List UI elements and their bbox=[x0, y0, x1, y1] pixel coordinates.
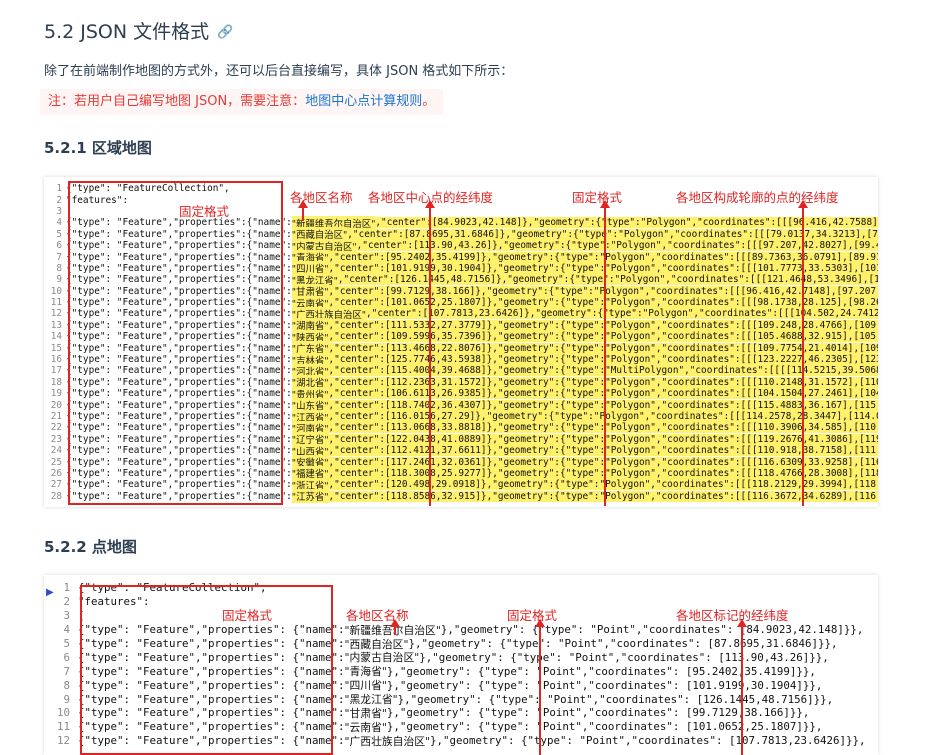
annotation-marker-coord: 各地区标记的经纬度 bbox=[676, 608, 789, 623]
line-number: 5 bbox=[63, 637, 70, 650]
line-number: 8 bbox=[63, 678, 70, 692]
code-text: },"geometry": {"type": "Point","coordina… bbox=[386, 720, 823, 734]
arrow-fixed-format-2 bbox=[600, 200, 610, 506]
arrow-fixed-format-2 bbox=[535, 619, 545, 755]
annotation-fixed-format-1: 固定格式 bbox=[179, 204, 230, 219]
notice-box: 注：若用户自己编写地图 JSON，需要注意：地图中心点计算规则。 bbox=[40, 89, 444, 115]
region-map-code-screenshot: 1 {"type": "FeatureCollection", 2 "features… bbox=[44, 177, 878, 507]
line-number: 10 bbox=[50, 285, 62, 297]
arrow-outline-coord bbox=[798, 200, 808, 506]
annotation-fixed-format-1: 固定格式 bbox=[222, 608, 273, 623]
line-number: 15 bbox=[50, 342, 62, 354]
line-number: 2 bbox=[56, 194, 62, 206]
line-number: 28 bbox=[50, 490, 62, 502]
code-text: ,"center":[126.1445,48.7156]},"geometry"… bbox=[337, 274, 878, 286]
line-number: 26 bbox=[50, 467, 62, 479]
annotation-fixed-format-2: 固定格式 bbox=[507, 608, 558, 623]
line-number: 12 bbox=[50, 308, 62, 320]
center-rule-link[interactable]: 地图中心点计算规则 bbox=[305, 94, 422, 109]
line-number: 22 bbox=[50, 422, 62, 434]
section-title: 5.2 JSON 文件格式 🔗 bbox=[44, 21, 234, 43]
line-number: 8 bbox=[56, 262, 62, 274]
line-number: 11 bbox=[50, 297, 62, 309]
fixed-format-box bbox=[80, 585, 333, 755]
line-number: 9 bbox=[56, 274, 62, 286]
line-number: 14 bbox=[50, 331, 62, 343]
line-number: 3 bbox=[63, 609, 70, 623]
region-name-value: "江苏省" bbox=[291, 489, 329, 504]
line-number: 25 bbox=[50, 456, 62, 468]
point-map-code-screenshot: ▶ 1 {"type": "FeatureCollection", 2 "featur… bbox=[44, 575, 878, 755]
line-number: 4 bbox=[63, 623, 70, 637]
code-text: ,"center":[87.8695,31.6846]},"geometry":… bbox=[347, 228, 878, 240]
line-number: 11 bbox=[56, 720, 70, 734]
code-text: },"geometry": {"type": "Point","coordina… bbox=[397, 692, 834, 706]
fixed-format-box bbox=[68, 181, 283, 505]
line-number: 23 bbox=[50, 433, 62, 445]
line-number: 18 bbox=[50, 376, 62, 388]
line-number: 12 bbox=[56, 734, 70, 748]
line-number: 20 bbox=[50, 399, 62, 411]
arrow-region-name bbox=[390, 619, 400, 635]
annotation-fixed-format-2: 固定格式 bbox=[572, 190, 623, 205]
line-number: 7 bbox=[63, 664, 70, 678]
line-number: 1 bbox=[63, 581, 70, 595]
code-text: },"geometry": {"type": "Point","coordina… bbox=[419, 650, 829, 664]
line-number: 13 bbox=[50, 319, 62, 331]
code-text: },"geometry": {"type": "Point","coordina… bbox=[386, 664, 816, 678]
line-number: 5 bbox=[56, 228, 62, 240]
arrow-marker-coord bbox=[737, 619, 747, 755]
line-number: 6 bbox=[63, 650, 70, 664]
region-name-value: "广西壮族自治区" bbox=[344, 734, 431, 748]
line-number: 1 bbox=[56, 183, 62, 195]
line-number: 19 bbox=[50, 388, 62, 400]
line-number: 17 bbox=[50, 365, 62, 377]
point-map-heading: 5.2.2 点地图 bbox=[44, 538, 137, 556]
line-number: 16 bbox=[50, 354, 62, 366]
line-number: 2 bbox=[63, 595, 70, 609]
annotation-outline-coord: 各地区构成轮廓的点的经纬度 bbox=[676, 190, 839, 205]
line-number: 6 bbox=[56, 240, 62, 252]
line-number: 9 bbox=[63, 692, 70, 706]
code-text: },"geometry": {"type": "Point","coordina… bbox=[408, 637, 838, 650]
code-text: },"geometry": {"type": "Point","coordina… bbox=[440, 623, 864, 637]
line-number: 7 bbox=[56, 251, 62, 263]
code-text: },"geometry": {"type": "Point","coordina… bbox=[386, 706, 810, 720]
arrow-center-coord bbox=[425, 200, 435, 506]
notice-suffix: 。 bbox=[422, 94, 436, 109]
code-text: },"geometry": {"type": "Point","coordina… bbox=[430, 734, 866, 748]
line-number: 4 bbox=[56, 217, 62, 229]
line-number: 3 bbox=[56, 205, 62, 217]
notice-text: 注：若用户自己编写地图 JSON，需要注意： bbox=[48, 94, 306, 109]
code-text: },"geometry": {"type": "Point","coordina… bbox=[386, 678, 823, 692]
line-number: 24 bbox=[50, 445, 62, 457]
line-number: 10 bbox=[56, 706, 70, 720]
line-number: 27 bbox=[50, 479, 62, 491]
arrow-region-name bbox=[298, 200, 308, 221]
line-number: 21 bbox=[50, 411, 62, 422]
intro-paragraph: 除了在前端制作地图的方式外，还可以后台直接编写，具体 JSON 格式如下所示： bbox=[44, 64, 514, 79]
link-icon[interactable]: 🔗 bbox=[217, 25, 233, 40]
region-map-heading: 5.2.1 区域地图 bbox=[44, 139, 152, 157]
code-text: ,"center":[113.90,43.26]},"geometry":{"t… bbox=[356, 240, 878, 252]
